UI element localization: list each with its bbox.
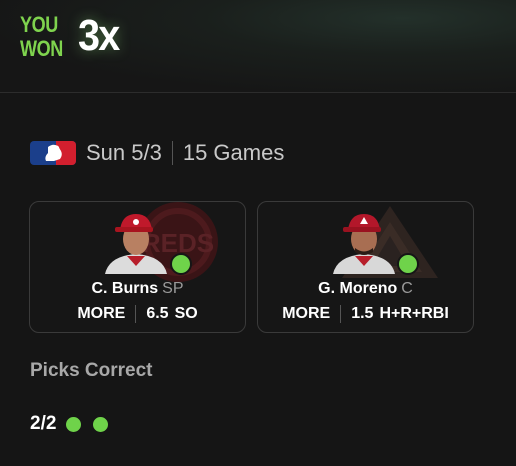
player-name: G. Moreno [318,280,398,297]
divider [171,141,173,165]
pick-line: 1.5 [351,305,374,322]
correct-check-icon [397,253,419,275]
pick-direction: MORE [77,305,126,322]
player-name-row: C. Burns SP [30,280,245,298]
correct-dot-icon [66,416,82,432]
player-photo [104,214,167,274]
picks-correct-label: Picks Correct [30,360,153,381]
pick-line-row: MORE 1.5 H+R+RBI [258,305,473,323]
divider [340,305,342,323]
player-position: SP [162,280,184,297]
won-text: WON [20,36,63,61]
pick-card[interactable]: G. Moreno C MORE 1.5 H+R+RBI [257,201,474,333]
you-text: YOU [20,12,58,37]
game-date: Sun 5/3 [86,140,162,165]
player-photo [332,214,395,274]
picks-correct-row: 2/2 [30,413,120,435]
divider [135,305,137,323]
player-position: C [401,280,413,297]
pick-stat: SO [174,305,198,322]
pick-line: 6.5 [146,305,169,322]
correct-dot-icon [93,416,109,432]
mlb-logo-icon [30,141,76,165]
you-won-label: YOU WON [20,14,72,60]
pick-line-row: MORE 6.5 SO [30,305,245,323]
player-name: C. Burns [91,280,159,297]
games-count: 15 Games [182,140,285,165]
pick-direction: MORE [282,305,331,322]
multiplier-text: 3x [78,11,120,60]
result-header: YOU WON 3x [0,0,516,93]
game-info-row: Sun 5/3 15 Games [30,140,284,166]
correct-check-icon [170,253,192,275]
pick-stat: H+R+RBI [379,305,449,322]
pick-card[interactable]: REDS C. Burns SP MORE 6.5 SO [29,201,246,333]
player-name-row: G. Moreno C [258,280,473,298]
picks-correct-count: 2/2 [30,413,57,434]
